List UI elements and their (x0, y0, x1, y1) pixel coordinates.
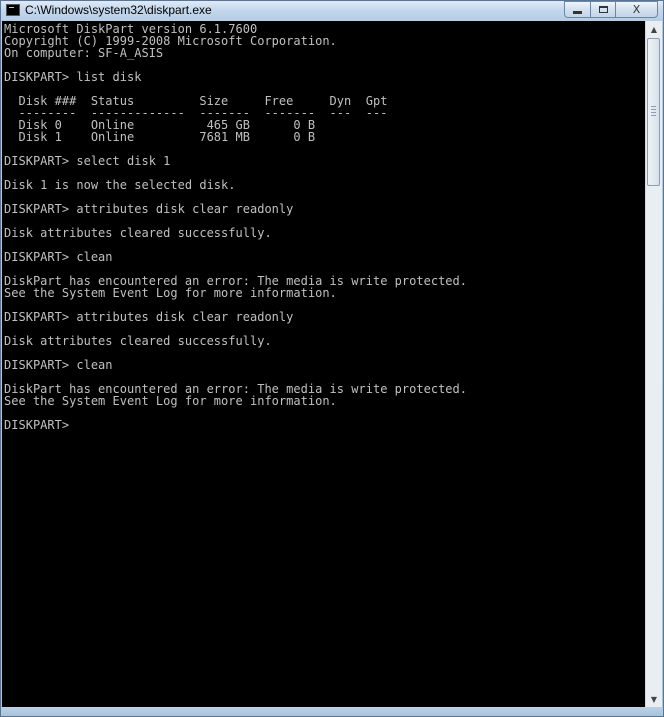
console-line: DISKPART> select disk 1 (4, 154, 171, 168)
maximize-button[interactable] (590, 1, 615, 18)
close-button[interactable]: X (615, 1, 658, 18)
thumb-grip-line (651, 112, 656, 113)
console-app-icon[interactable] (6, 4, 20, 16)
maximize-icon (598, 6, 608, 13)
caption-buttons: X (564, 1, 658, 19)
window-title: C:\Windows\system32\diskpart.exe (25, 3, 212, 17)
console-line: Disk attributes cleared successfully. (4, 334, 272, 348)
console-line: See the System Event Log for more inform… (4, 286, 337, 300)
console-line: Disk attributes cleared successfully. (4, 226, 272, 240)
console-line: DISKPART> (4, 418, 70, 432)
thumb-grip-line (651, 106, 656, 107)
minimize-button[interactable] (564, 1, 590, 18)
thumb-grip-line (651, 115, 656, 116)
scroll-down-arrow-icon[interactable]: ▼ (646, 691, 662, 707)
thumb-grip-line (651, 109, 656, 110)
vertical-scrollbar[interactable]: ▲ ▼ (645, 21, 662, 707)
console-line: DISKPART> list disk (4, 70, 142, 84)
close-icon: X (632, 3, 641, 16)
console-line: DISKPART> clean (4, 250, 113, 264)
console-line: Disk 1 Online 7681 MB 0 B (4, 130, 316, 144)
console-output-area[interactable]: Microsoft DiskPart version 6.1.7600 Copyr… (2, 21, 645, 707)
console-line: Disk 1 is now the selected disk. (4, 178, 236, 192)
minimize-icon (573, 11, 582, 14)
console-text: Microsoft DiskPart version 6.1.7600 Copyr… (2, 21, 645, 431)
scrollbar-thumb[interactable] (647, 38, 660, 186)
console-line: DISKPART> clean (4, 358, 113, 372)
window-bottom-border (1, 707, 663, 716)
console-window: C:\Windows\system32\diskpart.exe X Micro… (0, 0, 664, 717)
console-line: DISKPART> attributes disk clear readonly (4, 310, 294, 324)
console-line: See the System Event Log for more inform… (4, 394, 337, 408)
scroll-up-arrow-icon[interactable]: ▲ (646, 21, 662, 37)
console-line: On computer: SF-A_ASIS (4, 46, 164, 60)
console-line: DISKPART> attributes disk clear readonly (4, 202, 294, 216)
title-bar[interactable]: C:\Windows\system32\diskpart.exe X (1, 1, 663, 21)
